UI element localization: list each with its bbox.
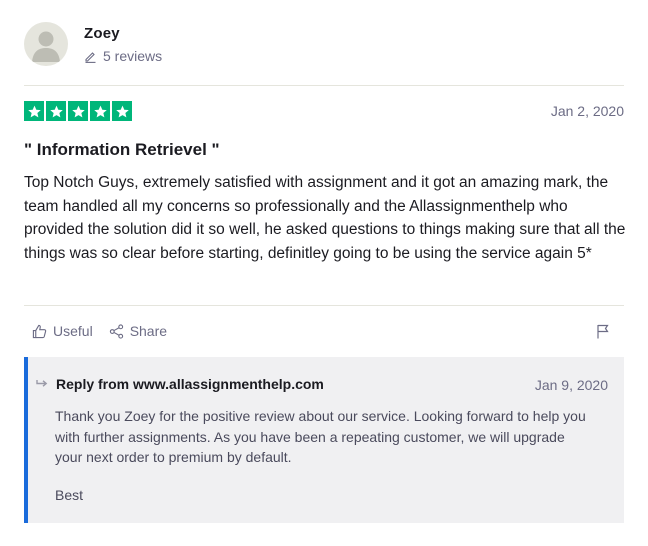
- share-button[interactable]: Share: [109, 323, 167, 339]
- consumer-reviews-count: 5 reviews: [84, 48, 162, 64]
- review-actions: Useful Share: [32, 323, 183, 339]
- review-text: Top Notch Guys, extremely satisfied with…: [24, 174, 626, 262]
- star-icon: [46, 101, 66, 121]
- pencil-icon: [84, 50, 97, 63]
- review-card: Zoey 5 reviews Jan 2, 2020 " Information…: [0, 0, 648, 546]
- avatar[interactable]: [24, 22, 68, 66]
- thumbs-up-icon: [32, 324, 47, 338]
- user-silhouette-icon: [32, 31, 60, 62]
- header-divider: [24, 85, 624, 86]
- star-icon: [24, 101, 44, 121]
- star-rating: [24, 101, 132, 121]
- reply-text: Thank you Zoey for the positive review a…: [55, 408, 586, 465]
- reviews-count-label: 5 reviews: [103, 48, 163, 64]
- reply-signoff: Best: [55, 487, 84, 503]
- reply-from-label: Reply from www.allassignmenthelp.com: [56, 376, 324, 392]
- reply-arrow-icon: [36, 379, 48, 389]
- useful-button[interactable]: Useful: [32, 323, 93, 339]
- reply-header: Reply from www.allassignmenthelp.com: [36, 376, 324, 392]
- consumer-info: Zoey 5 reviews: [24, 22, 162, 66]
- star-icon: [112, 101, 132, 121]
- consumer-meta: Zoey 5 reviews: [84, 25, 162, 64]
- star-icon: [90, 101, 110, 121]
- report-flag-button[interactable]: [596, 324, 610, 344]
- review-title[interactable]: " Information Retrievel ": [24, 140, 220, 160]
- share-label: Share: [129, 323, 168, 339]
- flag-icon: [597, 324, 609, 339]
- review-date: Jan 2, 2020: [550, 103, 624, 119]
- consumer-name[interactable]: Zoey: [84, 25, 162, 42]
- reply-date: Jan 9, 2020: [534, 377, 608, 393]
- share-icon: [109, 323, 123, 339]
- actions-divider: [24, 305, 624, 306]
- star-icon: [68, 101, 88, 121]
- company-reply: Reply from www.allassignmenthelp.com Jan…: [24, 357, 624, 523]
- useful-label: Useful: [53, 323, 93, 339]
